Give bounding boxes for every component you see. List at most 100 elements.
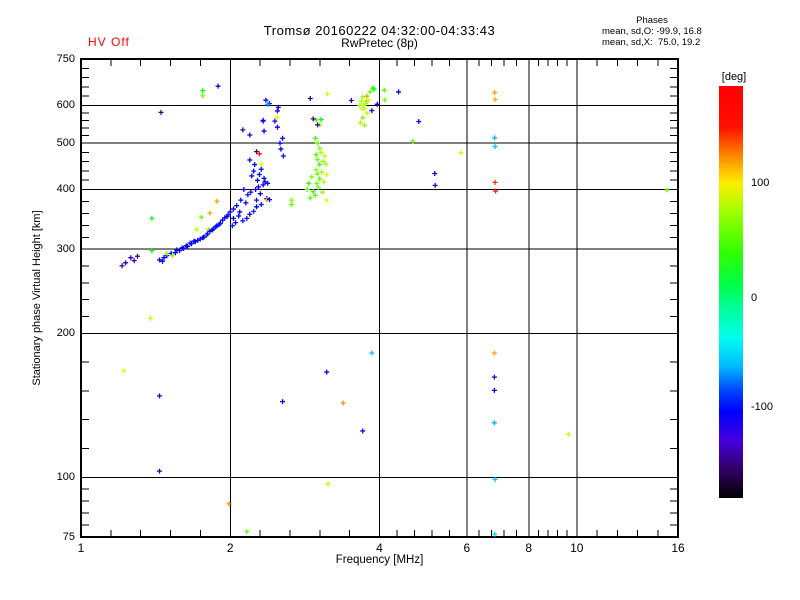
data-point [249,173,255,179]
data-point [492,97,498,103]
data-point [280,153,286,159]
data-point [340,400,346,406]
data-point [367,89,373,95]
data-point [320,158,326,164]
data-point [241,186,247,192]
data-point [255,184,261,190]
y-tick-label: 600 [56,99,75,112]
data-point [364,110,370,116]
data-point [256,171,262,177]
data-point [320,189,326,195]
data-point [357,120,363,126]
data-point [312,135,318,141]
data-point [245,192,251,198]
data-point [251,168,257,174]
data-point [274,108,280,114]
x-tick-label: 8 [525,541,533,555]
x-tick-label: 16 [671,541,685,555]
data-point [321,179,327,185]
x-tick-label: 10 [570,541,584,555]
data-point [149,215,155,221]
data-point [131,258,137,264]
data-point [274,124,280,130]
data-point [318,150,324,156]
data-point [360,428,366,434]
data-point [360,115,366,121]
data-point [134,253,140,259]
x-axis-title: Frequency [MHz] [335,554,424,566]
data-point [432,182,438,188]
data-point [416,119,422,125]
data-point [322,153,328,159]
colorbar-tick-label: 0 [751,292,758,305]
data-point [307,96,313,102]
data-point [317,162,323,168]
data-point [315,171,321,177]
data-point [258,161,264,167]
data-point [277,140,283,146]
data-point [317,145,323,151]
data-point [306,180,312,186]
x-tick-label: 6 [463,541,471,555]
colorbar-unit-label: [deg] [721,71,747,83]
data-point [121,368,127,374]
data-point [492,179,498,185]
data-point [261,175,267,181]
scatter-plot-canvas [80,58,679,538]
data-point [289,202,295,208]
data-point [318,117,324,123]
data-point [207,210,213,216]
data-point [267,197,273,203]
data-point [247,157,253,163]
data-point [261,128,267,134]
data-point [238,197,244,203]
data-point [382,97,388,103]
data-point [324,197,330,203]
data-point [491,374,497,380]
data-point [237,209,243,215]
data-point [278,146,284,152]
data-point [381,87,387,93]
data-point [226,501,232,507]
phase-colorbar [719,86,743,498]
data-point [309,174,315,180]
data-point [319,169,325,175]
data-point [307,195,313,201]
y-axis-title: Stationary phase Virtual Height [km] [31,210,43,386]
data-point [252,162,258,168]
data-point [247,132,253,138]
data-point [348,98,354,104]
y-tick-label: 75 [62,531,75,543]
data-point [396,89,402,95]
data-point [251,208,257,214]
data-point [230,206,236,212]
colorbar-tick-label: 100 [751,176,770,189]
data-point [254,197,260,203]
data-point [123,260,129,266]
data-point [157,468,163,474]
data-point [198,214,204,220]
data-point [491,387,497,393]
data-point [317,176,323,182]
data-point [234,203,240,209]
data-point [324,91,330,97]
y-tick-label: 100 [56,471,75,484]
data-point [257,191,263,197]
data-point [492,135,498,141]
data-point [243,200,249,206]
data-point [157,393,163,399]
data-point [325,481,331,487]
data-point [304,186,310,192]
data-point [248,189,254,195]
y-tick-label: 200 [56,327,75,340]
data-point [565,431,571,437]
data-point [289,197,295,203]
data-point [240,127,246,133]
data-point [491,350,497,356]
data-point [214,198,220,204]
data-point [361,122,367,128]
data-point [260,118,266,124]
data-point [324,171,330,177]
y-tick-label: 500 [56,137,75,150]
data-point [255,177,261,183]
